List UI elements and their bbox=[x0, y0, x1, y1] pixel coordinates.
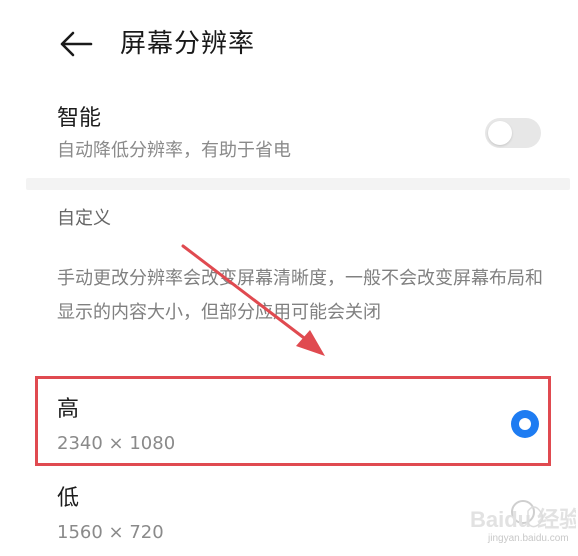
smart-resolution-description: 自动降低分辨率，有助于省电 bbox=[57, 140, 291, 161]
back-button[interactable] bbox=[54, 22, 98, 66]
resolution-option-high[interactable]: 高 2340 × 1080 bbox=[0, 377, 578, 469]
option-name: 低 bbox=[57, 486, 80, 511]
header: 屏幕分辨率 bbox=[0, 0, 578, 88]
toggle-knob bbox=[488, 121, 512, 145]
section-divider bbox=[26, 178, 570, 190]
option-resolution: 1560 × 720 bbox=[57, 522, 164, 543]
option-resolution: 2340 × 1080 bbox=[57, 433, 176, 454]
radio-unselected-icon[interactable] bbox=[511, 500, 535, 524]
watermark-url: jingyan.baidu.com bbox=[488, 533, 569, 544]
smart-resolution-title: 智能 bbox=[57, 106, 102, 131]
option-name: 高 bbox=[57, 397, 80, 422]
custom-section-description: 手动更改分辨率会改变屏幕清晰度，一般不会改变屏幕布局和显示的内容大小，但部分应用… bbox=[57, 268, 543, 323]
arrow-left-icon bbox=[60, 31, 93, 57]
radio-selected-icon[interactable] bbox=[511, 410, 539, 438]
smart-resolution-toggle[interactable] bbox=[485, 118, 541, 148]
smart-resolution-row[interactable]: 智能 自动降低分辨率，有助于省电 bbox=[0, 88, 578, 178]
screen-resolution-page: 屏幕分辨率 智能 自动降低分辨率，有助于省电 自定义 手动更改分辨率会改变屏幕清… bbox=[0, 0, 578, 556]
page-title: 屏幕分辨率 bbox=[120, 29, 256, 59]
custom-section-label: 自定义 bbox=[57, 208, 111, 229]
radio-dot bbox=[519, 418, 531, 430]
